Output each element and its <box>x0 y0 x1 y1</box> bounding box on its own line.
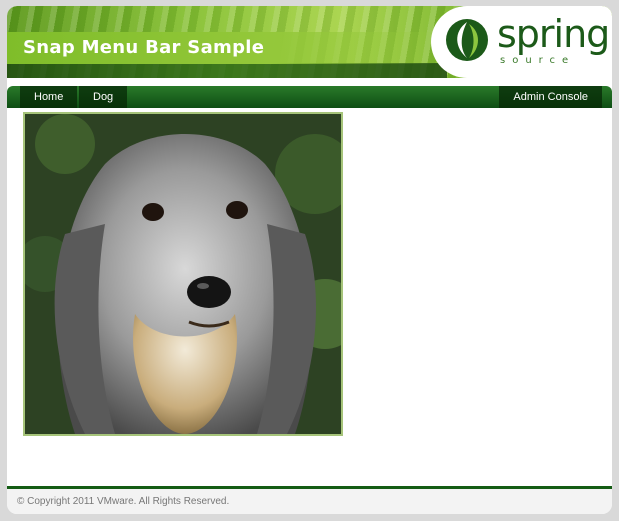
app-title: Snap Menu Bar Sample <box>23 37 265 58</box>
menu-item-dog[interactable]: Dog <box>79 86 128 108</box>
footer: © Copyright 2011 VMware. All Rights Rese… <box>7 489 612 514</box>
header-banner: Snap Menu Bar Sample spring source <box>7 6 612 78</box>
dog-image <box>25 114 341 434</box>
logo-subtext: source <box>500 55 576 66</box>
springsource-logo[interactable]: spring source <box>431 6 612 78</box>
spring-leaf-icon <box>446 19 488 61</box>
menu-bar: Home Dog Admin Console <box>7 86 612 108</box>
page: Snap Menu Bar Sample spring source Home … <box>7 6 612 514</box>
menu-item-admin-console[interactable]: Admin Console <box>499 86 602 108</box>
dog-photo <box>23 112 343 436</box>
menu-item-home[interactable]: Home <box>20 86 78 108</box>
logo-wordmark: spring <box>497 12 610 56</box>
header-dark-band <box>7 63 447 78</box>
copyright-text: © Copyright 2011 VMware. All Rights Rese… <box>17 496 230 507</box>
